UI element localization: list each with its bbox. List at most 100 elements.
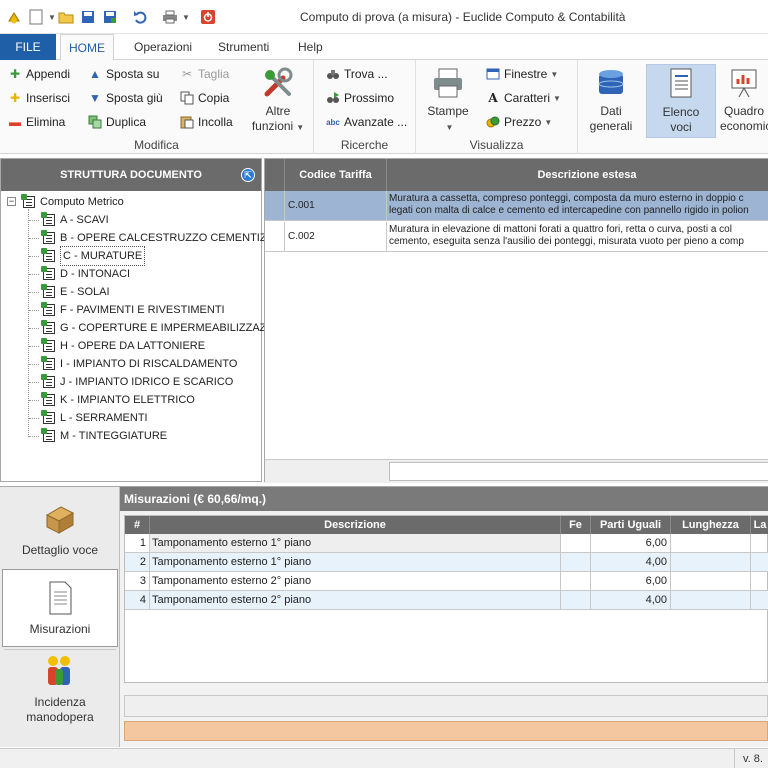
taglia-button[interactable]: ✂ Taglia — [180, 64, 229, 84]
incolla-button[interactable]: Incolla — [180, 112, 233, 132]
cell-larghezza[interactable] — [751, 553, 768, 571]
cell-lunghezza[interactable] — [671, 534, 751, 552]
table-row[interactable]: C.001 Muratura a cassetta, compreso pont… — [265, 191, 768, 221]
quadro-economico-button[interactable]: Quadro economic — [720, 64, 768, 138]
inserisci-button[interactable]: ✚ Inserisci — [8, 88, 70, 108]
header-num[interactable]: # — [125, 516, 150, 534]
tree-node-category[interactable]: K - IMPIANTO ELETTRICO — [41, 391, 195, 409]
app-icon[interactable] — [4, 7, 24, 27]
tree-node-category[interactable]: B - OPERE CALCESTRUZZO CEMENTIZIO — [41, 229, 278, 247]
finestre-button[interactable]: Finestre ▼ — [486, 64, 558, 84]
save-disk-icon[interactable] — [78, 7, 98, 27]
nav-dettaglio-voce[interactable]: Dettaglio voce — [2, 501, 118, 567]
duplica-button[interactable]: Duplica — [88, 112, 146, 132]
tab-home[interactable]: HOME — [60, 34, 114, 61]
table-row[interactable]: 3 Tamponamento esterno 2° piano 6,00 — [125, 572, 768, 591]
cell-fe[interactable] — [561, 572, 591, 590]
misurazioni-scrollbar[interactable] — [124, 695, 768, 717]
header-parti-uguali[interactable]: Parti Uguali — [591, 516, 671, 534]
new-dropdown-icon[interactable]: ▼ — [48, 7, 56, 27]
power-icon[interactable] — [198, 7, 218, 27]
print-icon[interactable] — [160, 7, 180, 27]
tree-node-root[interactable]: Computo Metrico — [21, 193, 124, 211]
collapse-panel-icon[interactable]: ⇱ — [241, 168, 255, 182]
tree-node-category[interactable]: L - SERRAMENTI — [41, 409, 148, 427]
sposta-giu-button[interactable]: ▼ Sposta giù — [88, 88, 163, 108]
cell-parti[interactable]: 6,00 — [591, 534, 671, 552]
tree-node-category[interactable]: A - SCAVI — [41, 211, 109, 229]
incolla-label: Incolla — [198, 115, 233, 129]
table-row[interactable]: 1 Tamponamento esterno 1° piano 6,00 — [125, 534, 768, 553]
copia-button[interactable]: Copia — [180, 88, 229, 108]
cell-fe[interactable] — [561, 534, 591, 552]
tab-strumenti[interactable]: Strumenti — [210, 34, 277, 60]
cell-parti[interactable]: 4,00 — [591, 591, 671, 609]
header-descrizione[interactable]: Descrizione — [150, 516, 561, 534]
cell-fe[interactable] — [561, 553, 591, 571]
tree-node-category[interactable]: E - SOLAI — [41, 283, 110, 301]
cell-descrizione[interactable]: Tamponamento esterno 1° piano — [150, 534, 561, 552]
tab-help[interactable]: Help — [290, 34, 331, 60]
cell-descrizione[interactable]: Tamponamento esterno 2° piano — [150, 591, 561, 609]
prezzo-button[interactable]: Prezzo ▼ — [486, 112, 552, 132]
cell-lunghezza[interactable] — [671, 572, 751, 590]
undo-icon[interactable] — [130, 7, 150, 27]
tree-node-category[interactable]: J - IMPIANTO IDRICO E SCARICO — [41, 373, 233, 391]
tree-node-category[interactable]: H - OPERE DA LATTONIERE — [41, 337, 205, 355]
cell-fe[interactable] — [561, 591, 591, 609]
tree-node-category[interactable]: D - INTONACI — [41, 265, 130, 283]
elenco-voci-button[interactable]: Elenco voci — [646, 64, 716, 138]
cell-num[interactable]: 4 — [125, 591, 150, 609]
cell-parti[interactable]: 4,00 — [591, 553, 671, 571]
cell-larghezza[interactable] — [751, 534, 768, 552]
appendi-button[interactable]: ✚ Appendi — [8, 64, 70, 84]
quick-access-toolbar: ▼ ▼ — [4, 6, 220, 28]
altre-funzioni-button[interactable]: Altre funzioni ▼ — [246, 64, 310, 138]
grid-header-marker — [265, 159, 285, 191]
cell-num[interactable]: 3 — [125, 572, 150, 590]
avanzate-button[interactable]: abc Avanzate ... — [326, 112, 407, 132]
tree-node-category[interactable]: C - MURATURE — [41, 246, 146, 266]
caratteri-button[interactable]: A Caratteri ▼ — [486, 88, 561, 108]
tree-node-category[interactable]: F - PAVIMENTI E RIVESTIMENTI — [41, 301, 225, 319]
stampe-button[interactable]: Stampe ▼ — [420, 64, 476, 138]
save-all-icon[interactable] — [100, 7, 120, 27]
open-folder-icon[interactable] — [56, 7, 76, 27]
nav-incidenza-manodopera[interactable]: Incidenza manodopera — [2, 653, 118, 733]
header-descrizione-estesa[interactable]: Descrizione estesa — [387, 159, 768, 191]
document-tree-icon — [41, 212, 55, 226]
dati-generali-button[interactable]: Dati generali — [584, 64, 638, 138]
tree-node-label: I - IMPIANTO DI RISCALDAMENTO — [60, 358, 238, 370]
sposta-su-button[interactable]: ▲ Sposta su — [88, 64, 159, 84]
tree-node-category[interactable]: I - IMPIANTO DI RISCALDAMENTO — [41, 355, 238, 373]
nav-misurazioni[interactable]: Misurazioni — [2, 569, 118, 647]
trova-button[interactable]: Trova ... — [326, 64, 388, 84]
table-row[interactable]: 4 Tamponamento esterno 2° piano 4,00 — [125, 591, 768, 610]
header-codice-tariffa[interactable]: Codice Tariffa — [285, 159, 387, 191]
print-dropdown-icon[interactable]: ▼ — [182, 7, 190, 27]
cell-descrizione[interactable]: Tamponamento esterno 1° piano — [150, 553, 561, 571]
tree-collapse-icon[interactable]: − — [7, 197, 16, 206]
elimina-button[interactable]: ▬ Elimina — [8, 112, 65, 132]
header-lunghezza[interactable]: Lunghezza — [671, 516, 751, 534]
list-document-icon — [664, 67, 698, 101]
tree-node-category[interactable]: M - TINTEGGIATURE — [41, 427, 167, 445]
cell-larghezza[interactable] — [751, 572, 768, 590]
cell-num[interactable]: 1 — [125, 534, 150, 552]
cell-parti[interactable]: 6,00 — [591, 572, 671, 590]
tab-file[interactable]: FILE — [0, 34, 56, 60]
cell-larghezza[interactable] — [751, 591, 768, 609]
new-document-icon[interactable] — [26, 7, 46, 27]
cell-num[interactable]: 2 — [125, 553, 150, 571]
header-fe[interactable]: Fe — [561, 516, 591, 534]
grid-filter-box[interactable] — [389, 462, 768, 481]
cell-lunghezza[interactable] — [671, 591, 751, 609]
prossimo-button[interactable]: Prossimo — [326, 88, 394, 108]
tree-node-category[interactable]: G - COPERTURE E IMPERMEABILIZZAZIONI — [41, 319, 289, 337]
cell-descrizione[interactable]: Tamponamento esterno 2° piano — [150, 572, 561, 590]
tab-operazioni[interactable]: Operazioni — [126, 34, 200, 60]
header-larghezza[interactable]: La — [751, 516, 768, 534]
table-row[interactable]: 2 Tamponamento esterno 1° piano 4,00 — [125, 553, 768, 572]
table-row[interactable]: C.002 Muratura in elevazione di mattoni … — [265, 222, 768, 252]
cell-lunghezza[interactable] — [671, 553, 751, 571]
